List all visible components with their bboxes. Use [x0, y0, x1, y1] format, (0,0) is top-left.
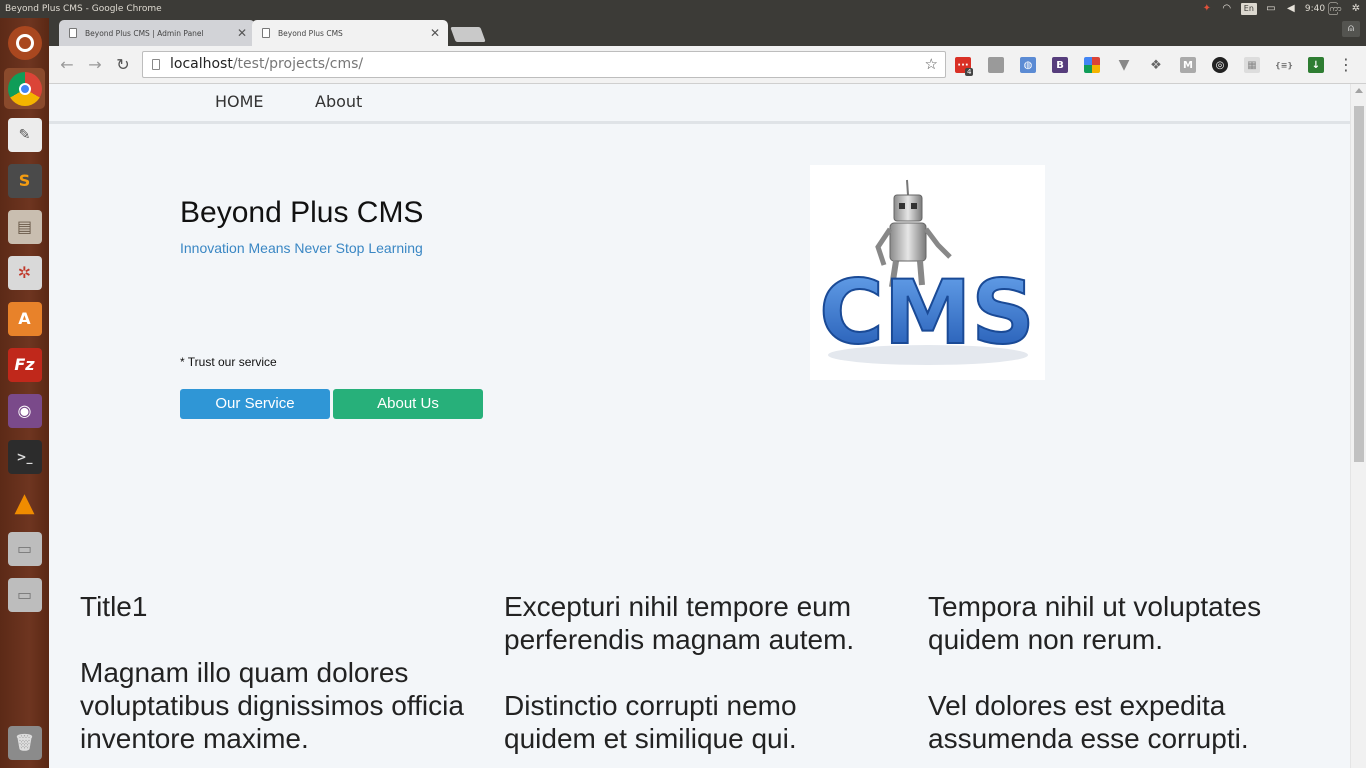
gear-icon[interactable]: ✲ — [1350, 3, 1362, 15]
extension-icon-download[interactable]: ↓ — [1308, 57, 1324, 73]
launcher-chrome-icon[interactable] — [4, 68, 45, 109]
launcher-trash-icon[interactable]: 🗑 — [4, 722, 45, 763]
column-title: Tempora nihil ut voluptates quidem non r… — [928, 591, 1262, 655]
notification-icon[interactable]: ✦ — [1201, 3, 1213, 15]
page-icon — [152, 59, 160, 70]
launcher-files-icon[interactable]: ▤ — [4, 206, 45, 247]
launcher-drive-icon-2[interactable]: ▭ — [4, 574, 45, 615]
extension-icon-globe[interactable]: ◍ — [1020, 57, 1036, 73]
tab-beyond-plus-cms[interactable]: Beyond Plus CMS ✕ — [252, 20, 448, 46]
page-viewport: HOME About Beyond Plus CMS Innovation Me… — [49, 84, 1366, 768]
tab-label: Beyond Plus CMS — [278, 28, 343, 38]
launcher-vlc-icon[interactable]: ▲ — [4, 482, 45, 523]
cms-robot-image: CMS — [810, 165, 1045, 380]
address-bar[interactable]: localhost/test/projects/cms/ ☆ — [142, 51, 946, 78]
reload-icon[interactable]: ↻ — [113, 55, 133, 75]
unity-launcher: ✎ S ▤ ✲ A Fz ◉ >_ ▲ ▭ ▭ 🗑 — [0, 18, 49, 768]
launcher-text-editor-icon[interactable]: ✎ — [4, 114, 45, 155]
launcher-camera-icon[interactable]: ◉ — [4, 390, 45, 431]
system-tray: ✦ ◠ En ▭ ◀ 9:40 ကြာ ✲ — [1201, 0, 1362, 18]
bookmark-star-icon[interactable]: ☆ — [925, 52, 938, 77]
our-service-button[interactable]: Our Service — [180, 389, 330, 419]
column-2: Excepturi nihil tempore eum perferendis … — [504, 590, 894, 755]
column-1: Title1 Magnam illo quam dolores voluptat… — [80, 590, 470, 755]
hero-trust-text: * Trust our service — [180, 355, 277, 369]
volume-icon[interactable]: ◀ — [1285, 3, 1297, 15]
wifi-icon[interactable]: ◠ — [1221, 3, 1233, 15]
close-icon[interactable]: ✕ — [430, 26, 440, 40]
launcher-terminal-icon[interactable]: >_ — [4, 436, 45, 477]
vertical-scrollbar[interactable] — [1350, 84, 1366, 768]
launcher-settings-icon[interactable]: ✲ — [4, 252, 45, 293]
battery-icon[interactable]: ▭ — [1265, 3, 1277, 15]
launcher-filezilla-icon[interactable]: Fz — [4, 344, 45, 385]
close-icon[interactable]: ✕ — [237, 26, 247, 40]
browser-tab-strip: Beyond Plus CMS | Admin Panel ✕ Beyond P… — [49, 18, 1366, 46]
extension-badge: 4 — [965, 68, 974, 76]
hero-subtitle: Innovation Means Never Stop Learning — [180, 240, 423, 256]
nav-about-link[interactable]: About — [315, 92, 362, 111]
url-path: /test/projects/cms/ — [232, 56, 364, 72]
scrollbar-thumb[interactable] — [1354, 106, 1364, 462]
column-3: Tempora nihil ut voluptates quidem non r… — [928, 590, 1318, 755]
launcher-software-center-icon[interactable]: A — [4, 298, 45, 339]
column-body: Magnam illo quam dolores voluptatibus di… — [80, 657, 464, 754]
page-icon — [69, 28, 77, 38]
profile-icon[interactable]: ⍝ — [1342, 21, 1360, 37]
extension-icon-grid[interactable]: ▦ — [1244, 57, 1260, 73]
forward-arrow-icon[interactable]: → — [85, 55, 105, 75]
extension-icon-v[interactable]: ▼ — [1116, 57, 1132, 73]
site-navbar: HOME About — [49, 84, 1350, 124]
extension-icon-colorful[interactable] — [1084, 57, 1100, 73]
launcher-ubuntu-icon[interactable] — [4, 22, 45, 63]
launcher-drive-icon[interactable]: ▭ — [4, 528, 45, 569]
new-tab-button[interactable] — [450, 27, 486, 42]
scroll-up-arrow-icon[interactable] — [1355, 88, 1363, 93]
column-title: Title1 — [80, 591, 148, 622]
url-host: localhost — [170, 56, 233, 72]
column-body: Vel dolores est expedita assumenda esse … — [928, 690, 1249, 754]
tab-label: Beyond Plus CMS | Admin Panel — [85, 28, 204, 38]
cms-illustration: CMS — [818, 179, 1036, 365]
launcher-sublime-icon[interactable]: S — [4, 160, 45, 201]
extension-icon-m[interactable]: M — [1180, 57, 1196, 73]
cms-logo-text: CMS — [819, 261, 1035, 364]
window-title: Beyond Plus CMS - Google Chrome — [5, 4, 162, 14]
extension-icon-puzzle[interactable]: ❖ — [1148, 57, 1164, 73]
extension-icon-circle[interactable]: ◎ — [1212, 57, 1228, 73]
page-icon — [262, 28, 270, 38]
tab-admin-panel[interactable]: Beyond Plus CMS | Admin Panel ✕ — [59, 20, 255, 46]
back-arrow-icon[interactable]: ← — [57, 55, 77, 75]
column-body: Distinctio corrupti nemo quidem et simil… — [504, 690, 797, 754]
extension-icon-json[interactable]: {≡} — [1275, 57, 1293, 73]
column-title: Excepturi nihil tempore eum perferendis … — [504, 591, 855, 655]
browser-toolbar: ← → ↻ localhost/test/projects/cms/ ☆ ···… — [49, 46, 1366, 84]
extension-icon-gray[interactable] — [988, 57, 1004, 73]
about-us-button[interactable]: About Us — [333, 389, 483, 419]
extension-icon-bootstrap[interactable]: B — [1052, 57, 1068, 73]
menu-icon[interactable]: ⋮ — [1338, 55, 1354, 75]
keyboard-indicator[interactable]: En — [1240, 3, 1257, 15]
system-top-bar: Beyond Plus CMS - Google Chrome ✦ ◠ En ▭… — [0, 0, 1366, 18]
hero-title: Beyond Plus CMS — [180, 196, 424, 229]
nav-home-link[interactable]: HOME — [215, 92, 264, 111]
clock[interactable]: 9:40 ကြာ — [1305, 0, 1342, 18]
